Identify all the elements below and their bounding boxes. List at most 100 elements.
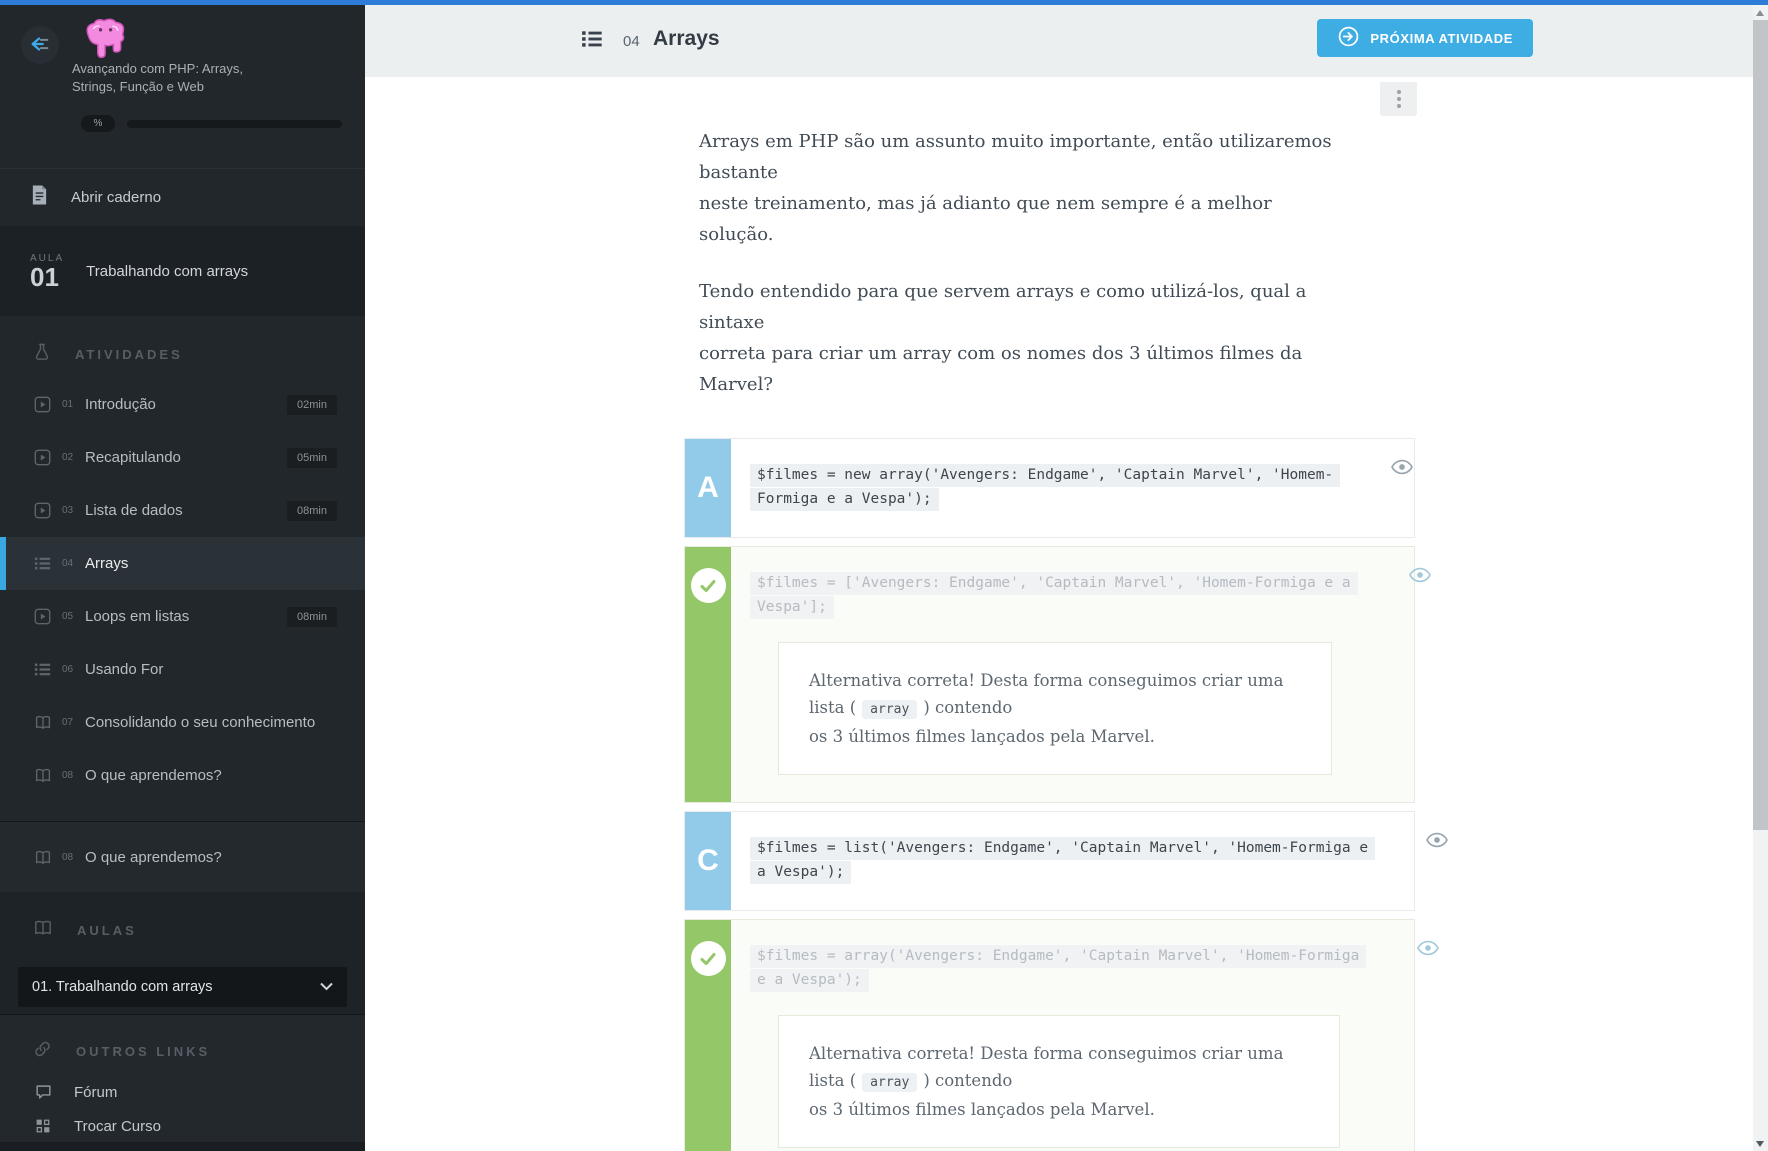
list-icon	[581, 28, 603, 55]
item-number: 03	[62, 505, 77, 516]
item-label: Consolidando o seu conhecimento	[85, 714, 315, 731]
course-progress: %	[81, 115, 342, 132]
option-code-line: $filmes = list('Avengers: Endgame', 'Cap…	[750, 837, 1375, 860]
current-lesson-banner: AULA 01 Trabalhando com arrays	[0, 226, 365, 316]
aulas-section: AULAS 01. Trabalhando com arrays	[0, 892, 365, 1014]
option-c[interactable]: C $filmes = list('Avengers: Endgame', 'C…	[684, 811, 1415, 911]
option-letter-badge: C	[685, 812, 731, 910]
list-icon	[33, 555, 52, 572]
question-paragraph-2: Tendo entendido para que servem arrays e…	[684, 250, 1344, 400]
lesson-select-value: 01. Trabalhando com arrays	[32, 979, 213, 995]
item-number: 04	[62, 558, 77, 569]
item-label: Usando For	[85, 661, 163, 678]
option-a[interactable]: A $filmes = new array('Avengers: Endgame…	[684, 438, 1415, 538]
pinned-activity-section: 08 O que aprendemos?	[0, 821, 365, 892]
sidebar-item-usando-for[interactable]: 06 Usando For	[0, 643, 365, 696]
collapse-sidebar-button[interactable]	[21, 26, 59, 64]
forum-label: Fórum	[74, 1084, 117, 1101]
top-accent-bar	[0, 0, 1768, 5]
feedback-text: os 3 últimos filmes lançados pela Marvel…	[809, 723, 1301, 750]
progress-percent-badge: %	[81, 115, 115, 132]
next-activity-label: PRÓXIMA ATIVIDADE	[1370, 31, 1513, 46]
book-icon	[33, 849, 52, 866]
link-icon	[33, 1040, 52, 1063]
trocar-curso-label: Trocar Curso	[74, 1118, 161, 1135]
video-icon	[33, 502, 52, 519]
sidebar-item-introducao[interactable]: 01 Introdução 02min	[0, 378, 365, 431]
correct-check-badge	[685, 547, 731, 802]
item-label: Lista de dados	[85, 502, 183, 519]
item-label: O que aprendemos?	[85, 849, 222, 866]
lesson-number: 01	[30, 264, 64, 290]
lesson-select-dropdown[interactable]: 01. Trabalhando com arrays	[18, 967, 347, 1007]
next-activity-button-top[interactable]: PRÓXIMA ATIVIDADE	[1317, 19, 1533, 57]
option-code-line: a Vespa');	[750, 861, 851, 884]
sidebar-item-lista-de-dados[interactable]: 03 Lista de dados 08min	[0, 484, 365, 537]
check-icon	[691, 941, 726, 976]
sidebar-item-forum[interactable]: Fórum	[0, 1075, 365, 1109]
activity-header: 04 Arrays PRÓXIMA ATIVIDADE	[365, 5, 1753, 77]
scrollbar-thumb[interactable]	[1753, 20, 1768, 830]
main-area: 04 Arrays PRÓXIMA ATIVIDADE Arrays em PH…	[365, 5, 1753, 1151]
video-icon	[33, 449, 52, 466]
item-duration-badge: 08min	[287, 501, 337, 521]
progress-bar	[127, 120, 342, 128]
option-letter-badge: A	[685, 439, 731, 537]
item-label: O que aprendemos?	[85, 767, 222, 784]
arrow-circle-icon	[1337, 25, 1360, 51]
option-code-line: $filmes = new array('Avengers: Endgame',…	[750, 464, 1340, 487]
video-icon	[33, 608, 52, 625]
scroll-up-arrow-icon[interactable]	[1756, 10, 1764, 16]
question-paragraph-1: Arrays em PHP são um assunto muito impor…	[684, 77, 1344, 250]
sidebar-item-recapitulando[interactable]: 02 Recapitulando 05min	[0, 431, 365, 484]
inline-code-chip: array	[862, 1073, 917, 1092]
item-number: 01	[62, 399, 77, 410]
option-code-line: e a Vespa');	[750, 969, 869, 992]
list-icon	[33, 661, 52, 678]
scroll-down-arrow-icon[interactable]	[1756, 1141, 1764, 1147]
eye-icon[interactable]	[1426, 832, 1448, 851]
other-links-section: OUTROS LINKS Fórum Trocar Curso	[0, 1014, 365, 1151]
item-label: Introdução	[85, 396, 156, 413]
item-number: 05	[62, 611, 77, 622]
open-notebook-item[interactable]: Abrir caderno	[0, 168, 365, 226]
sidebar-item-o-que-aprendemos-pinned[interactable]: 08 O que aprendemos?	[0, 831, 365, 884]
item-label: Arrays	[85, 555, 128, 572]
sidebar-item-arrays-active[interactable]: 04 Arrays	[0, 537, 365, 590]
item-number: 06	[62, 664, 77, 675]
inline-code-chip: array	[862, 700, 917, 719]
item-duration-badge: 08min	[287, 607, 337, 627]
answer-feedback: Alternativa correta! Desta forma consegu…	[778, 1015, 1340, 1148]
item-label: Loops em listas	[85, 608, 189, 625]
aulas-header: AULAS	[77, 923, 137, 938]
video-icon	[33, 396, 52, 413]
activities-header: ATIVIDADES	[75, 347, 183, 362]
page-scrollbar[interactable]	[1753, 5, 1768, 1151]
other-links-header: OUTROS LINKS	[76, 1044, 210, 1059]
sidebar-item-trocar-curso[interactable]: Trocar Curso	[0, 1109, 365, 1143]
eye-icon[interactable]	[1391, 459, 1413, 478]
activity-number: 04	[623, 33, 640, 50]
kebab-menu-button[interactable]	[1380, 82, 1417, 116]
eye-icon[interactable]	[1409, 567, 1431, 586]
option-b-correct[interactable]: $filmes = ['Avengers: Endgame', 'Captain…	[684, 546, 1415, 803]
sidebar-item-consolidando[interactable]: 07 Consolidando o seu conhecimento	[0, 696, 365, 749]
check-icon	[691, 568, 726, 603]
collapse-arrow-icon	[29, 33, 51, 58]
sidebar-footer-strip	[0, 1142, 365, 1151]
item-label: Recapitulando	[85, 449, 181, 466]
chevron-down-icon	[320, 978, 333, 996]
sidebar-item-o-que-aprendemos[interactable]: 08 O que aprendemos?	[0, 749, 365, 802]
item-number: 02	[62, 452, 77, 463]
option-code-line: $filmes = ['Avengers: Endgame', 'Captain…	[750, 572, 1358, 595]
eye-icon[interactable]	[1417, 940, 1439, 959]
correct-check-badge	[685, 920, 731, 1151]
flask-icon	[33, 342, 51, 367]
option-d-correct[interactable]: $filmes = array('Avengers: Endgame', 'Ca…	[684, 919, 1415, 1151]
sidebar-item-loops-em-listas[interactable]: 05 Loops em listas 08min	[0, 590, 365, 643]
grid-icon	[34, 1118, 52, 1134]
activities-section: ATIVIDADES 01 Introdução 02min 02 Recapi…	[0, 316, 365, 802]
feedback-text: ) contendo	[923, 1071, 1012, 1090]
notebook-icon	[30, 184, 49, 211]
option-code-line: Vespa'];	[750, 596, 834, 619]
